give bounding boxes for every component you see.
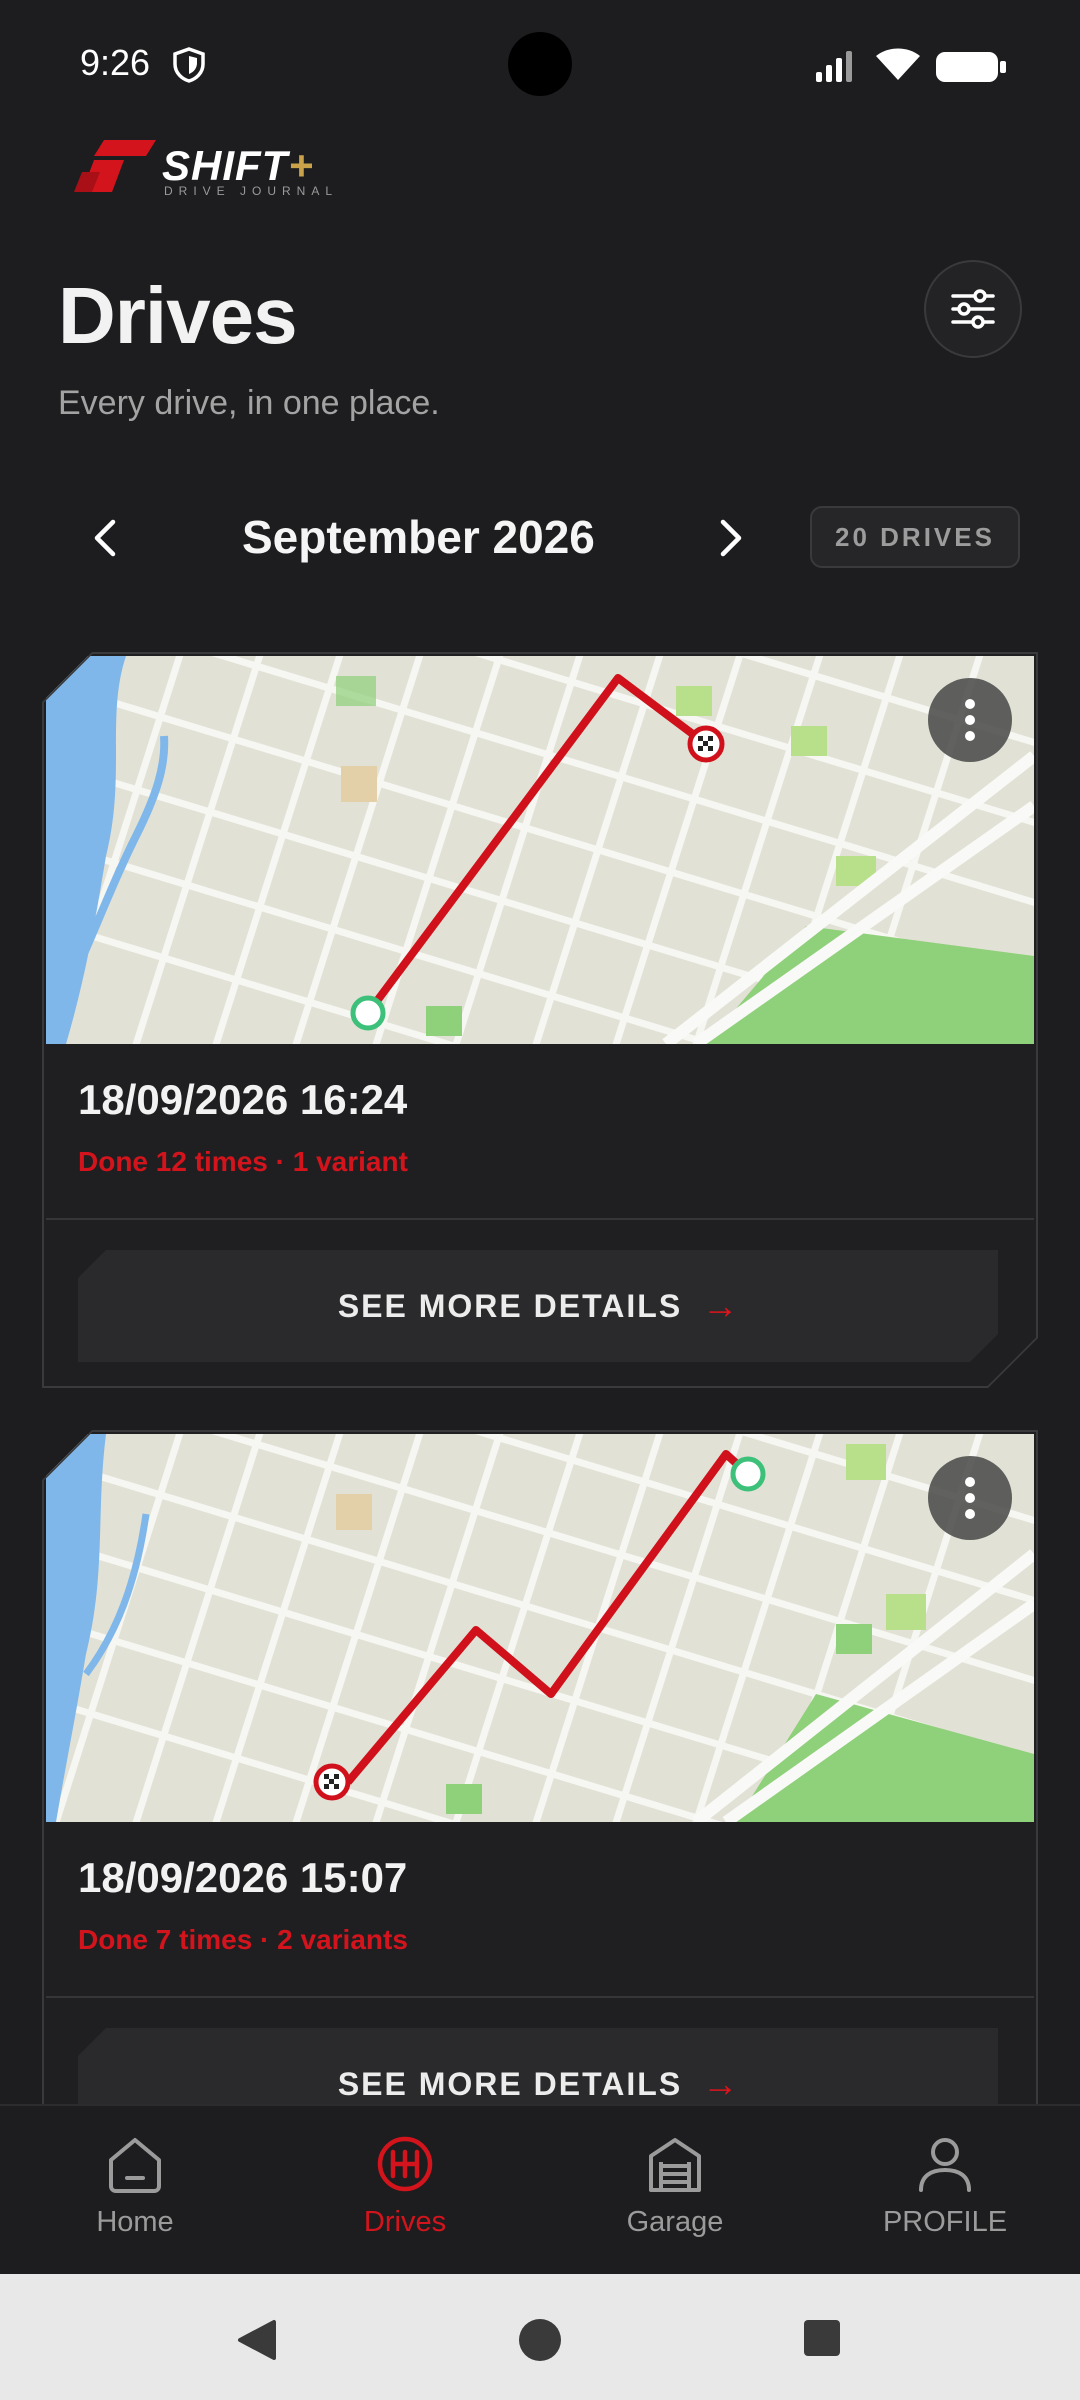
chevron-right-icon [720,519,742,557]
nav-label: PROFILE [882,2206,1008,2238]
details-label: SEE MORE DETAILS [337,1287,683,1324]
home-icon [109,2138,161,2193]
nav-item-home[interactable]: Home [0,2106,270,2276]
arrow-right-icon: → [702,1285,739,1326]
page-title: Drives [58,271,298,360]
current-month: September 2026 [242,511,595,563]
drive-menu-button[interactable] [928,1456,1012,1540]
page-subtitle: Every drive, in one place. [58,384,440,422]
previous-month-button[interactable] [80,508,130,568]
nav-label: Home [96,2206,174,2238]
status-time: 9:26 [80,42,151,83]
drive-meta: Done 12 times · 1 variant [78,1146,408,1177]
more-vertical-icon [964,1476,976,1520]
route-map[interactable] [46,1434,1034,1822]
battery-icon [934,50,1008,89]
nav-label: Garage [626,2206,724,2238]
profile-icon [919,2138,971,2192]
drive-card: 18/09/2026 16:24 Done 12 times · 1 varia… [42,652,1038,1388]
drive-date: 18/09/2026 15:07 [78,1854,408,1901]
app-logo: SHIFT+ DRIVE JOURNAL [74,138,354,202]
status-bar: 9:26 [0,0,1080,130]
drive-card: 18/09/2026 15:07 Done 7 times · 2 varian… [42,1430,1038,2166]
nav-item-garage[interactable]: Garage [540,2106,810,2276]
drives-screen: 9:26 SHIFT+ DRIVE JOURNAL Drives Every d… [0,0,1080,2400]
nav-item-profile[interactable]: PROFILE [810,2106,1080,2276]
arrow-right-icon: → [702,2063,739,2104]
drive-meta: Done 7 times · 2 variants [78,1924,408,1955]
card-divider [46,1218,1034,1220]
filter-button[interactable] [924,260,1022,358]
drives-count-badge: 20 DRIVES [810,506,1020,568]
see-more-details-button[interactable]: SEE MORE DETAILS → [78,1250,998,1362]
signal-icon [814,48,862,87]
next-month-button[interactable] [706,508,756,568]
home-system-icon[interactable] [518,2318,562,2362]
logo-brand: SHIFT+ [162,142,314,189]
more-vertical-icon [964,698,976,742]
shield-icon [172,46,206,89]
drive-menu-button[interactable] [928,678,1012,762]
camera-cutout [508,32,572,96]
card-divider [46,1996,1034,1998]
chevron-left-icon [94,519,116,557]
nav-label: Drives [363,2206,447,2238]
bottom-navigation: Home Drives Garage PROFILE [0,2104,1080,2274]
garage-icon [649,2138,701,2192]
wifi-icon [874,46,922,87]
details-label: SEE MORE DETAILS [337,2065,683,2102]
back-icon[interactable] [236,2318,278,2362]
drive-date: 18/09/2026 16:24 [78,1076,408,1123]
route-map[interactable] [46,656,1034,1044]
logo-tagline: DRIVE JOURNAL [164,184,339,198]
sliders-icon [951,289,995,329]
logo-mark-icon [74,140,156,192]
steering-icon [377,2136,433,2192]
recents-icon[interactable] [802,2318,842,2358]
system-navigation-bar [0,2274,1080,2400]
nav-item-drives[interactable]: Drives [270,2106,540,2276]
